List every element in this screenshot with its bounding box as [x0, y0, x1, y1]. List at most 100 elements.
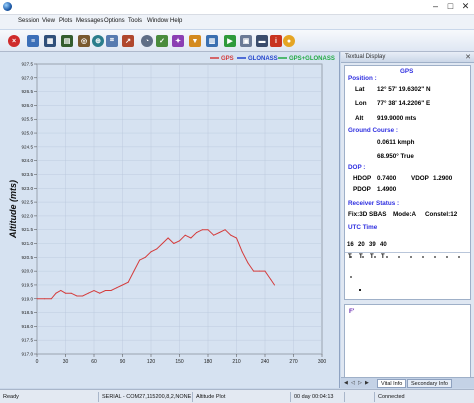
- gps-data-point: [150, 251, 152, 253]
- sky-view-label: F': [349, 308, 355, 315]
- grid-icon[interactable]: ▤: [61, 35, 73, 47]
- alt-value: 919.9000 mts: [377, 115, 417, 122]
- antenna-icon[interactable]: ✦: [172, 35, 184, 47]
- tab-first-icon[interactable]: ◀: [344, 380, 348, 386]
- run-icon[interactable]: ▶: [224, 35, 236, 47]
- globe-icon[interactable]: ⊕: [92, 35, 104, 47]
- gps-data-point: [55, 292, 57, 294]
- x-tick-label: 60: [91, 359, 97, 365]
- menu-bar: Session View Plots Messages Options Tool…: [0, 15, 474, 29]
- menu-view[interactable]: View: [42, 18, 55, 24]
- y-axis-label: Altitude (mts): [8, 180, 18, 239]
- gps-data-point: [65, 292, 66, 294]
- chart-icon[interactable]: ▥: [206, 35, 218, 47]
- compass-icon[interactable]: ◔: [141, 35, 153, 47]
- gps-data-point: [179, 240, 180, 242]
- filter-icon[interactable]: ▼: [189, 35, 201, 47]
- position-header: Position :: [348, 75, 377, 82]
- y-tick-label: 924.5: [22, 144, 34, 149]
- x-tick-label: 180: [204, 359, 213, 365]
- gps-data-point: [173, 243, 175, 245]
- gps-data-point: [264, 270, 266, 272]
- menu-tools[interactable]: Tools: [128, 18, 142, 24]
- y-tick-label: 918.5: [22, 310, 34, 315]
- gps-data-point: [60, 289, 62, 291]
- gps-data-point: [76, 295, 78, 297]
- tab-secondary-info[interactable]: Secondary Info: [407, 379, 452, 388]
- x-tick-label: 210: [232, 359, 241, 365]
- sat-id: 20: [358, 242, 365, 248]
- y-tick-label: 917.0: [22, 352, 34, 357]
- course-value: 68.950° True: [377, 153, 414, 160]
- info-icon[interactable]: ●: [283, 35, 295, 47]
- sky-view-panel: F': [344, 304, 471, 384]
- gps-data-point: [116, 287, 118, 289]
- x-tick-label: 90: [120, 359, 126, 365]
- gps-data-point: [201, 229, 203, 231]
- report-icon[interactable]: ≡: [27, 35, 39, 47]
- y-tick-label: 920.5: [22, 255, 34, 260]
- save-icon[interactable]: ▬: [256, 35, 268, 47]
- tab-vital-info[interactable]: Vital Info: [377, 379, 407, 388]
- panel-icon[interactable]: ▣: [240, 35, 252, 47]
- tab-prev-icon[interactable]: ◁: [351, 380, 355, 386]
- close-icon[interactable]: ✕: [465, 52, 471, 63]
- maximize-icon[interactable]: □: [445, 1, 456, 12]
- gps-data-point: [253, 270, 255, 272]
- gps-data-point: [93, 289, 95, 291]
- x-tick-label: 150: [175, 359, 184, 365]
- legend-glonass-label: GLONASS: [248, 56, 278, 62]
- menu-window[interactable]: Window: [147, 18, 168, 24]
- info-icon[interactable]: i: [270, 35, 282, 47]
- gauge-icon[interactable]: ↗: [122, 35, 134, 47]
- chart-icon[interactable]: ⌗: [106, 35, 118, 47]
- gps-data-point: [156, 248, 158, 250]
- y-tick-label: 923.5: [22, 172, 34, 177]
- y-tick-label: 926.5: [22, 89, 34, 94]
- status-empty: [344, 392, 374, 402]
- constellation-icon[interactable]: ✓: [156, 35, 168, 47]
- gps-data-point: [167, 237, 169, 239]
- app-logo: [3, 2, 12, 11]
- menu-options[interactable]: Options: [104, 18, 125, 24]
- gps-data-point: [230, 234, 232, 236]
- menu-help[interactable]: Help: [170, 18, 182, 24]
- status-bar: Ready SERIAL - COM27,115200,8,2,NONE Alt…: [0, 389, 474, 403]
- toolbar: × ≡ ▦ ▤ ◎ ⊕ ⌗ ↗ ◔ ✓ ✦ ▼ ▥ ▶ ▣ ▬ i ●: [0, 30, 474, 52]
- y-tick-label: 927.5: [22, 62, 34, 67]
- alt-label: Alt: [355, 115, 364, 122]
- minimize-icon[interactable]: –: [430, 1, 441, 12]
- gps-data-point: [104, 289, 106, 291]
- legend-gps-label: GPS: [221, 56, 234, 62]
- status-elapsed-time: 00 day 00:04:13: [290, 392, 344, 402]
- gps-data-point: [87, 292, 89, 294]
- title-bar: – □ ✕: [0, 0, 474, 15]
- table-icon[interactable]: ▦: [44, 35, 56, 47]
- x-tick-label: 270: [289, 359, 298, 365]
- menu-session[interactable]: Session: [18, 18, 39, 24]
- y-tick-label: 925.0: [22, 131, 34, 136]
- menu-messages[interactable]: Messages: [76, 18, 103, 24]
- gps-data-point: [133, 270, 135, 272]
- gps-data-point: [190, 237, 192, 239]
- vdop-label: VDOP: [411, 175, 429, 182]
- lon-value: 77° 38' 14.2206" E: [377, 100, 431, 107]
- gps-data-point: [184, 234, 186, 236]
- y-tick-label: 917.5: [22, 338, 34, 343]
- lon-label: Lon: [355, 100, 367, 107]
- gps-data-point: [258, 270, 260, 272]
- hdop-label: HDOP: [353, 175, 372, 182]
- textual-display-title: Textual Display ✕: [341, 52, 474, 63]
- target-icon[interactable]: ◎: [78, 35, 90, 47]
- info-tabs: ◀ ◁ ▷ ▶ Vital Info Secondary Info: [341, 377, 474, 388]
- close-session-icon[interactable]: ×: [8, 35, 20, 47]
- status-connection: Connected: [374, 392, 474, 402]
- y-tick-label: 919.5: [22, 282, 34, 287]
- tab-last-icon[interactable]: ▶: [365, 380, 369, 386]
- x-tick-label: 30: [63, 359, 69, 365]
- tab-next-icon[interactable]: ▷: [358, 380, 362, 386]
- gps-data-point: [99, 292, 101, 294]
- menu-plots[interactable]: Plots: [59, 18, 72, 24]
- close-icon[interactable]: ✕: [460, 1, 471, 12]
- y-tick-label: 923.0: [22, 186, 34, 191]
